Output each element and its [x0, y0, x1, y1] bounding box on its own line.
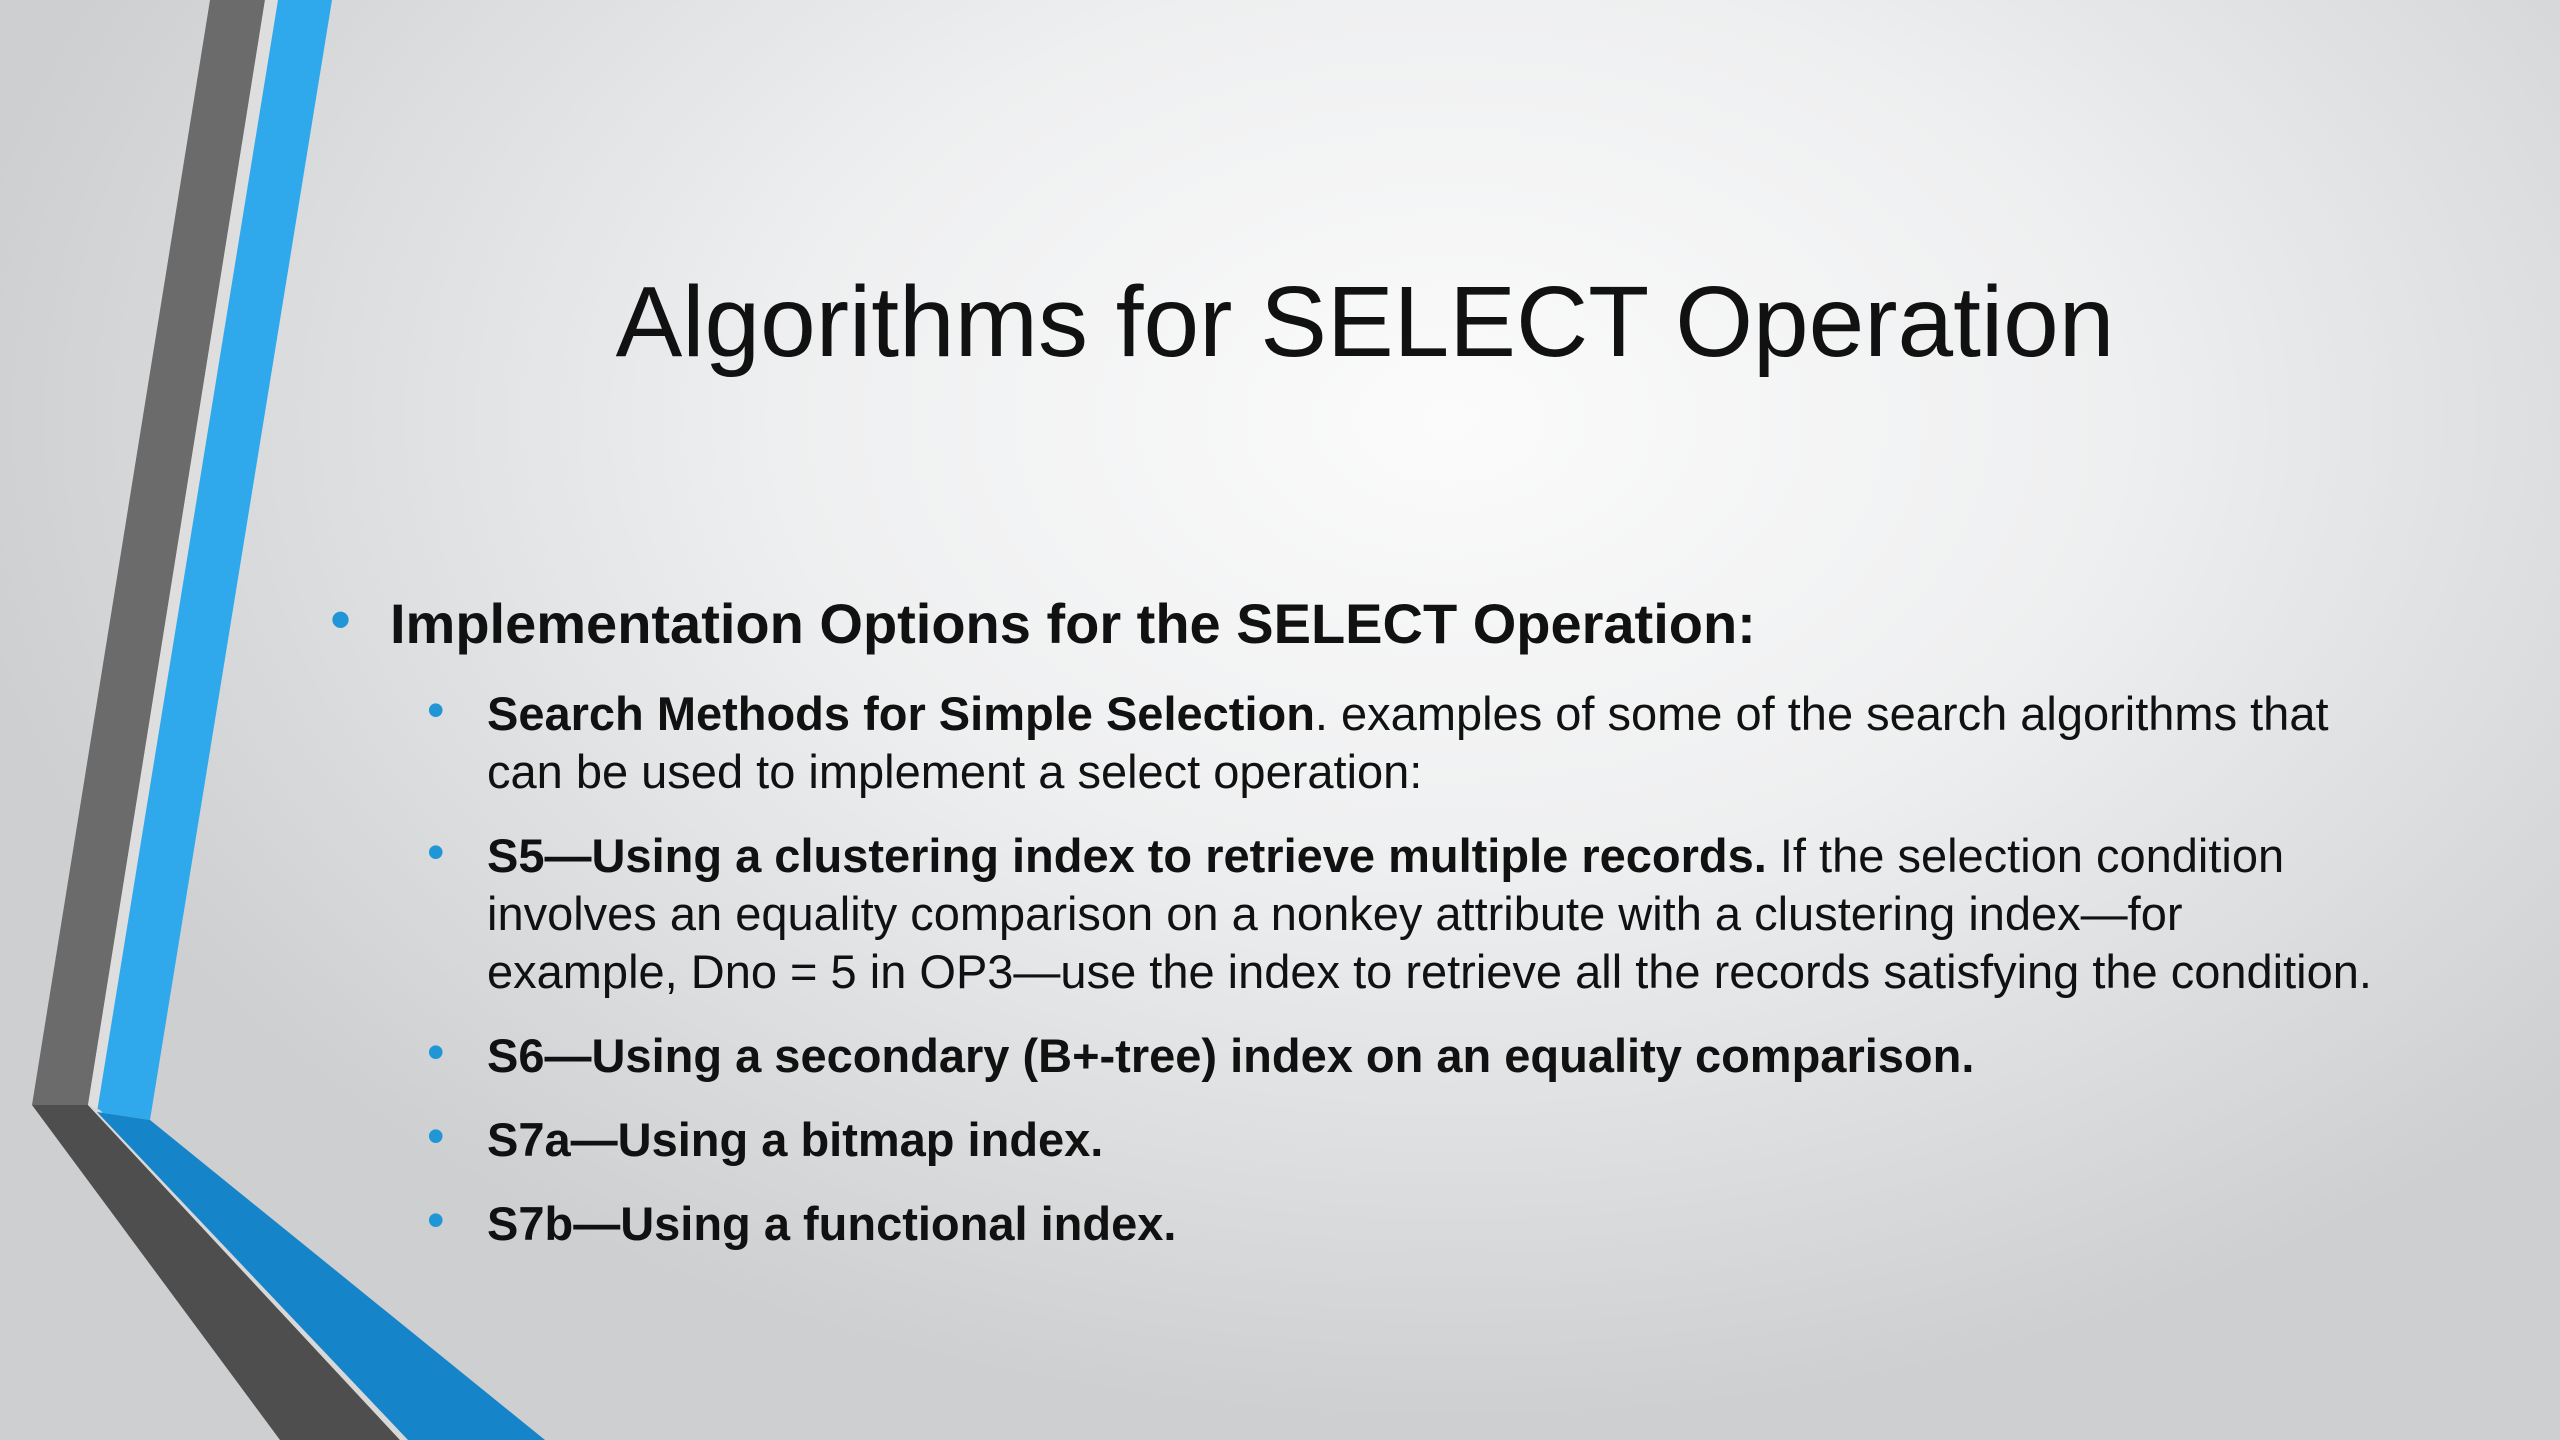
- sub-bullet-bold: S6—Using a secondary (B+-tree) index on …: [487, 1029, 1975, 1083]
- sub-bullet-item: • Search Methods for Simple Selection. e…: [427, 682, 2380, 801]
- slide-title: Algorithms for SELECT Operation: [615, 266, 2115, 378]
- sub-bullet-list: • Search Methods for Simple Selection. e…: [427, 682, 2380, 1253]
- sub-bullet-item: • S7a—Using a bitmap index.: [427, 1108, 2380, 1169]
- bullet-icon: •: [427, 824, 445, 881]
- sub-bullet-item: • S7b—Using a functional index.: [427, 1192, 2380, 1253]
- bullet-icon: •: [427, 1192, 445, 1249]
- sub-bullet-item: • S6—Using a secondary (B+-tree) index o…: [427, 1024, 2380, 1085]
- main-bullet-text: Implementation Options for the SELECT Op…: [390, 592, 1756, 655]
- sub-bullet-bold: S5—Using a clustering index to retrieve …: [487, 829, 1767, 883]
- bullet-icon: •: [427, 1108, 445, 1165]
- bullet-icon: •: [330, 586, 352, 653]
- bullet-icon: •: [427, 1024, 445, 1081]
- bullet-icon: •: [427, 682, 445, 739]
- sub-bullet-item: • S5—Using a clustering index to retriev…: [427, 824, 2380, 1001]
- slide: Algorithms for SELECT Operation • Implem…: [0, 0, 2560, 1440]
- slide-content: • Implementation Options for the SELECT …: [330, 586, 2380, 1279]
- sub-bullet-bold: S7b—Using a functional index.: [487, 1197, 1177, 1251]
- light-gray-gap: [88, 0, 278, 1110]
- sub-bullet-bold: S7a—Using a bitmap index.: [487, 1113, 1104, 1167]
- main-bullet-item: • Implementation Options for the SELECT …: [330, 586, 2380, 657]
- sub-bullet-bold: Search Methods for Simple Selection: [487, 687, 1315, 741]
